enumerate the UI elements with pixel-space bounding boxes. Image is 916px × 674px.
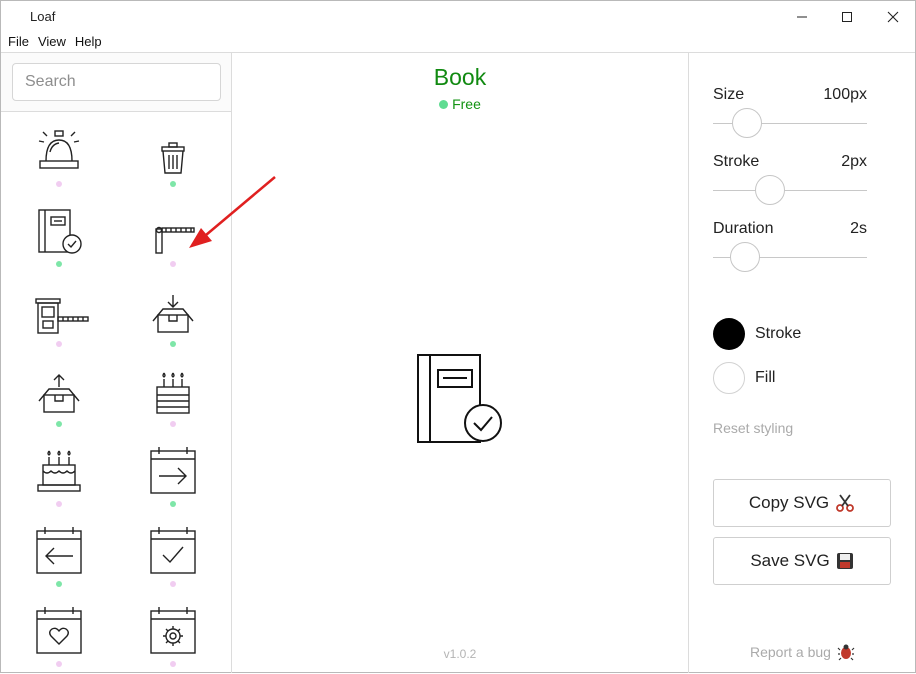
status-dot [170, 581, 176, 587]
icon-tile-trash[interactable] [143, 127, 203, 191]
icon-tile-barrier[interactable] [143, 207, 203, 271]
stroke-value: 2px [841, 153, 867, 170]
search-area [1, 53, 231, 112]
slider-thumb[interactable] [755, 175, 785, 205]
minimize-button[interactable] [779, 1, 825, 32]
status-dot [56, 581, 62, 587]
close-icon [887, 11, 899, 22]
app-title: Loaf [30, 9, 56, 24]
maximize-button[interactable] [824, 1, 870, 32]
settings-panel: Size 100px Stroke 2px Duration 2s Stroke [688, 53, 915, 673]
icon-tile-box-in[interactable] [143, 287, 203, 351]
title-bar: Loaf [1, 1, 915, 32]
size-slider[interactable] [713, 108, 867, 140]
size-setting: Size 100px [713, 86, 867, 104]
report-bug-label: Report a bug [750, 644, 831, 660]
icon-tile-calendar-next[interactable] [143, 447, 203, 511]
icon-tile-bell[interactable] [29, 127, 89, 191]
box-out-icon [38, 374, 80, 413]
save-svg-label: Save SVG [750, 551, 830, 570]
icon-tile-calendar-previous[interactable] [29, 527, 89, 591]
duration-label: Duration [713, 220, 774, 237]
menu-bar: File View Help [1, 32, 915, 53]
icon-tile-cake[interactable] [143, 367, 203, 431]
calendar-gear-icon [150, 607, 196, 654]
close-button[interactable] [870, 1, 916, 32]
floppy-disk-icon [836, 552, 854, 570]
copy-svg-button[interactable]: Copy SVG [713, 479, 891, 527]
icon-tile-box-out[interactable] [29, 367, 89, 431]
stroke-setting: Stroke 2px [713, 153, 867, 171]
version-label: v1.0.2 [443, 647, 477, 661]
barrier-icon [155, 226, 195, 254]
minimize-icon [797, 16, 807, 17]
status-dot [56, 261, 62, 267]
icon-tile-book[interactable] [29, 207, 89, 271]
size-value: 100px [823, 86, 867, 103]
status-dot [170, 181, 176, 187]
status-dot [170, 421, 176, 427]
book-icon [38, 209, 82, 254]
status-dot [170, 261, 176, 267]
calendar-previous-icon [36, 527, 82, 574]
calendar-check-icon [150, 527, 196, 574]
duration-value: 2s [850, 220, 867, 237]
menu-file[interactable]: File [8, 32, 29, 53]
status-dot [170, 341, 176, 347]
bell-icon [38, 130, 80, 169]
icon-tile-birthday-cake[interactable] [29, 447, 89, 511]
reset-styling-link[interactable]: Reset styling [713, 420, 793, 436]
cake-icon [156, 372, 190, 414]
slider-thumb[interactable] [730, 242, 760, 272]
free-dot-icon [439, 100, 449, 109]
stroke-slider[interactable] [713, 175, 867, 207]
preview-panel: Book Free v1.0.2 [232, 53, 688, 673]
trash-icon [161, 142, 185, 174]
stroke-color-option[interactable]: Stroke [713, 318, 801, 350]
status-dot [56, 661, 62, 667]
status-dot [170, 661, 176, 667]
search-input[interactable] [12, 63, 221, 101]
box-in-icon [152, 295, 194, 333]
toll-booth-icon [35, 298, 89, 334]
icon-sidebar [1, 53, 232, 673]
stroke-color-label: Stroke [755, 325, 802, 342]
icon-tile-calendar-gear[interactable] [143, 607, 203, 671]
icon-title: Book [433, 64, 487, 90]
report-bug-link[interactable]: Report a bug [750, 643, 855, 661]
calendar-next-icon [150, 447, 196, 494]
slider-track [713, 190, 867, 191]
birthday-cake-icon [37, 450, 81, 492]
status-dot [56, 181, 62, 187]
stroke-color-swatch[interactable] [713, 318, 745, 350]
license-label: Free [452, 96, 481, 112]
copy-svg-label: Copy SVG [748, 493, 830, 512]
book-preview-icon [417, 354, 502, 443]
duration-setting: Duration 2s [713, 220, 867, 238]
menu-view[interactable]: View [38, 32, 66, 53]
calendar-heart-icon [36, 607, 82, 654]
status-dot [56, 341, 62, 347]
scissors-icon [835, 493, 855, 513]
app-window: Loaf File View Help Search Book Free v1.… [0, 0, 916, 673]
save-svg-button[interactable]: Save SVG [713, 537, 891, 585]
fill-color-swatch[interactable] [713, 362, 745, 394]
icon-tile-calendar-check[interactable] [143, 527, 203, 591]
icon-tile-calendar-heart[interactable] [29, 607, 89, 671]
duration-slider[interactable] [713, 242, 867, 274]
status-dot [56, 421, 62, 427]
size-label: Size [713, 86, 745, 103]
menu-help[interactable]: Help [75, 32, 102, 53]
status-dot [170, 501, 176, 507]
stroke-label: Stroke [713, 153, 760, 170]
fill-color-label: Fill [755, 369, 776, 386]
slider-thumb[interactable] [732, 108, 762, 138]
status-dot [56, 501, 62, 507]
icon-tile-toll-booth[interactable] [29, 287, 89, 351]
bug-icon [837, 643, 855, 661]
license-badge: Free [232, 96, 688, 112]
fill-color-option[interactable]: Fill [713, 362, 775, 394]
maximize-icon [842, 11, 852, 22]
